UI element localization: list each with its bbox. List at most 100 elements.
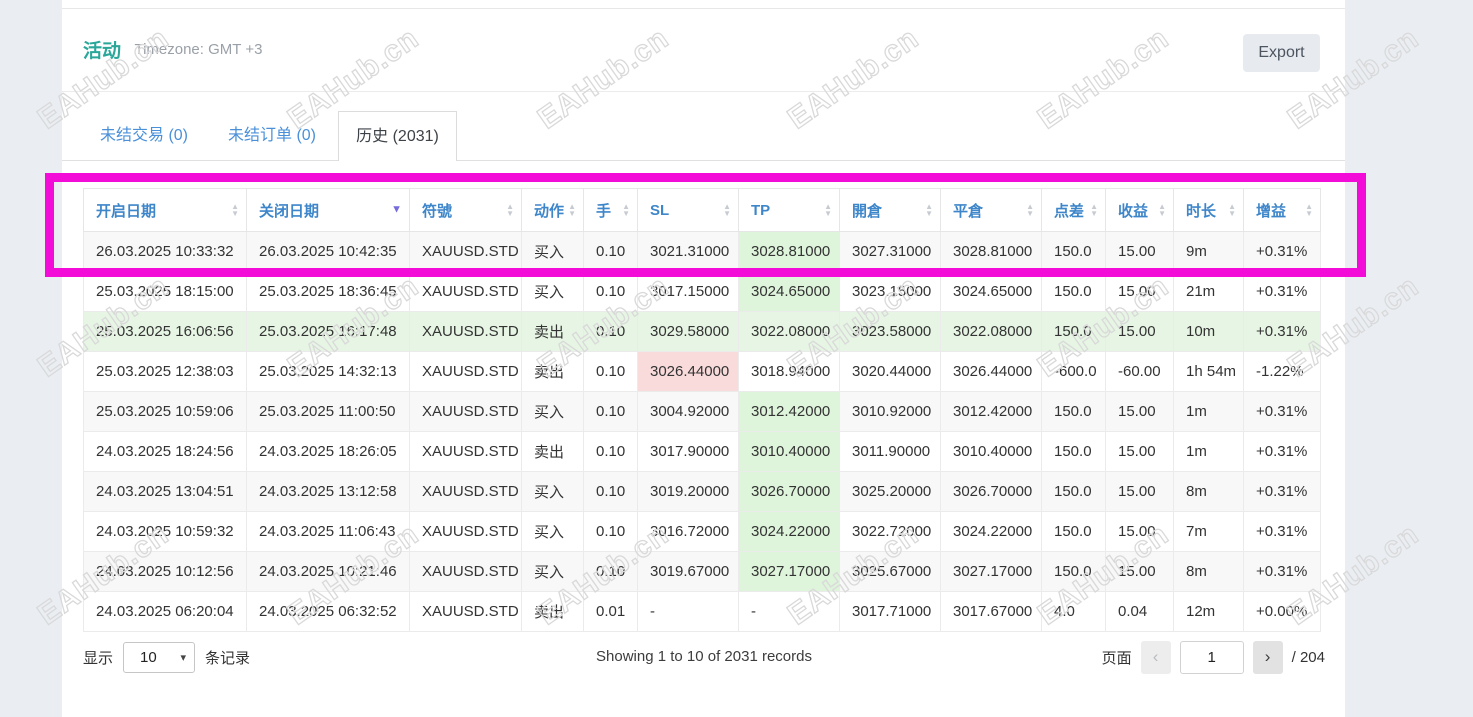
table-cell: 买入 [521,231,584,272]
table-row[interactable]: 24.03.2025 10:59:32 24.03.2025 11:06:43 XA… [83,511,1321,552]
table-cell: 3024.22000 [738,511,840,552]
table-cell: 3023.58000 [839,311,941,352]
table-cell: 25.03.2025 12:38:03 [83,351,247,392]
table-cell: +0.31% [1243,471,1321,512]
column-header[interactable]: 收益 ▲ ▼ [1105,188,1174,232]
table-cell: 21m [1173,271,1244,312]
table-cell: 25.03.2025 14:32:13 [246,351,410,392]
table-cell: 卖出 [521,311,584,352]
next-page-button[interactable]: › [1252,640,1283,674]
table-cell: 3019.20000 [637,471,739,512]
table-cell: +0.31% [1243,551,1321,592]
table-row[interactable]: 26.03.2025 10:33:32 26.03.2025 10:42:35 XA… [83,231,1321,272]
table-cell: 25.03.2025 11:00:50 [246,391,410,432]
sort-icon: ▲ ▼ [622,202,630,218]
column-header[interactable]: 时长 ▲ ▼ [1173,188,1244,232]
table-row[interactable]: 25.03.2025 12:38:03 25.03.2025 14:32:13 XA… [83,351,1321,392]
table-cell: 25.03.2025 16:17:48 [246,311,410,352]
table-cell: 3022.08000 [738,311,840,352]
total-pages-label: / 204 [1291,648,1325,666]
table-cell: 15.00 [1105,471,1174,512]
page-label: 页面 [1101,649,1132,667]
table-cell: 0.10 [583,351,638,392]
table-cell: 7m [1173,511,1244,552]
table-cell: +0.31% [1243,231,1321,272]
table-cell: 3022.08000 [940,311,1042,352]
table-cell: 150.0 [1041,551,1106,592]
table-cell: 1m [1173,391,1244,432]
sort-icon: ▲ ▼ [568,202,576,218]
column-header[interactable]: 动作 ▲ ▼ [521,188,584,232]
table-cell: 24.03.2025 10:59:32 [83,511,247,552]
table-cell: 24.03.2025 06:32:52 [246,591,410,632]
table-cell: XAUUSD.STD [409,311,522,352]
tab-open-trades[interactable]: 未结交易 (0) [100,111,188,161]
table-cell: 25.03.2025 10:59:06 [83,391,247,432]
column-header[interactable]: SL ▲ ▼ [637,188,739,232]
column-header[interactable]: 手 ▲ ▼ [583,188,638,232]
table-cell: 3010.40000 [738,431,840,472]
table-cell: 买入 [521,551,584,592]
table-cell: XAUUSD.STD [409,511,522,552]
column-header[interactable]: 开启日期 ▲ ▼ [83,188,247,232]
table-cell: 0.10 [583,271,638,312]
table-cell: 3010.40000 [940,431,1042,472]
table-cell: 150.0 [1041,231,1106,272]
table-cell: 25.03.2025 18:15:00 [83,271,247,312]
table-row[interactable]: 25.03.2025 16:06:56 25.03.2025 16:17:48 XA… [83,311,1321,352]
page-number-input[interactable] [1179,640,1244,674]
table-row[interactable]: 24.03.2025 18:24:56 24.03.2025 18:26:05 XA… [83,431,1321,472]
sort-icon: ▲ ▼ [506,202,514,218]
table-row[interactable]: 25.03.2025 10:59:06 25.03.2025 11:00:50 XA… [83,391,1321,432]
table-row[interactable]: 24.03.2025 13:04:51 24.03.2025 13:12:58 XA… [83,471,1321,512]
column-header[interactable]: 平倉 ▲ ▼ [940,188,1042,232]
pagination: 页面 ‹ › / 204 [1102,640,1325,674]
table-cell: 3018.94000 [738,351,840,392]
column-header[interactable]: 符號 ▲ ▼ [409,188,522,232]
table-cell: 0.04 [1105,591,1174,632]
table-cell: 0.10 [583,511,638,552]
table-cell: 0.10 [583,391,638,432]
table-cell: 25.03.2025 16:06:56 [83,311,247,352]
table-cell: 3017.90000 [637,431,739,472]
table-cell: 0.10 [583,231,638,272]
sort-icon: ▲ ▼ [1305,202,1313,218]
table-cell: 3011.90000 [839,431,941,472]
sort-icon: ▲ ▼ [1158,202,1166,218]
column-header[interactable]: TP ▲ ▼ [738,188,840,232]
table-row[interactable]: 24.03.2025 06:20:04 24.03.2025 06:32:52 XA… [83,591,1321,632]
table-cell: 3010.92000 [839,391,941,432]
table-cell: 8m [1173,551,1244,592]
table-cell: 4.0 [1041,591,1106,632]
column-header[interactable]: 開倉 ▲ ▼ [839,188,941,232]
table-row[interactable]: 24.03.2025 10:12:56 24.03.2025 10:21:46 XA… [83,551,1321,592]
tab-open-orders[interactable]: 未结订单 (0) [228,111,316,161]
page-title: 活动 [83,41,122,62]
table-cell: 9m [1173,231,1244,272]
table-cell: -1.22% [1243,351,1321,392]
table-cell: +0.31% [1243,311,1321,352]
table-cell: 3021.31000 [637,231,739,272]
column-header[interactable]: 点差 ▲ ▼ [1041,188,1106,232]
column-header[interactable]: 关闭日期 ▼ [246,188,410,232]
table-cell: 买入 [521,391,584,432]
header-divider [62,91,1345,92]
header-row: 开启日期 ▲ ▼ 关闭日期 ▼ 符號 ▲ ▼ 动作 ▲ ▼ 手 ▲ ▼ SL ▲ ▼ TP ▲ ▼ 開倉 ▲ ▼ 平倉 ▲ ▼ 点差… [83,188,1321,232]
table-cell: 3019.67000 [637,551,739,592]
table-cell: 24.03.2025 10:12:56 [83,551,247,592]
prev-page-button[interactable]: ‹ [1140,640,1171,674]
tab-history[interactable]: 历史 (2031) [338,111,457,161]
export-button[interactable]: Export [1243,34,1320,72]
table-cell: 24.03.2025 06:20:04 [83,591,247,632]
sort-icon: ▲ ▼ [723,202,731,218]
table-row[interactable]: 25.03.2025 18:15:00 25.03.2025 18:36:45 XA… [83,271,1321,312]
table-cell: 3017.67000 [940,591,1042,632]
column-header[interactable]: 增益 ▲ ▼ [1243,188,1321,232]
table-cell: +0.31% [1243,511,1321,552]
table-cell: -60.00 [1105,351,1174,392]
table-cell: 3022.72000 [839,511,941,552]
sort-icon: ▲ ▼ [1026,202,1034,218]
table-cell: 0.10 [583,471,638,512]
content-panel: 活动 Timezone: GMT +3 Export 未结交易 (0) 未结订单… [62,0,1345,717]
table-cell: 150.0 [1041,311,1106,352]
